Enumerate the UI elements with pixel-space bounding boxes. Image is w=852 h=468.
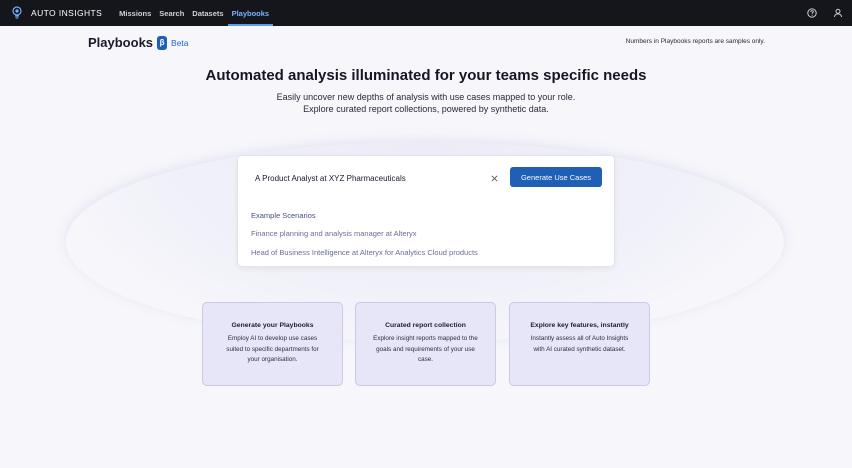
nav-right bbox=[806, 7, 844, 19]
nav-item-playbooks[interactable]: Playbooks bbox=[227, 0, 274, 26]
clear-icon[interactable] bbox=[488, 172, 500, 184]
nav-item-missions[interactable]: Missions bbox=[115, 0, 155, 26]
feature-card-curated: Curated report collection Explore insigh… bbox=[355, 302, 496, 386]
hero-title: Automated analysis illuminated for your … bbox=[205, 67, 647, 84]
feature-description: Explore insight reports mapped to the go… bbox=[373, 335, 478, 363]
lightbulb-icon bbox=[10, 5, 24, 21]
feature-title: Generate your Playbooks bbox=[231, 322, 314, 329]
feature-card-generate: Generate your Playbooks Employ AI to dev… bbox=[202, 302, 343, 386]
help-icon[interactable] bbox=[806, 7, 818, 19]
search-card: Generate Use Cases Example Scenarios Fin… bbox=[237, 155, 615, 267]
hero-subtitle-line-1: Easily uncover new depths of analysis wi… bbox=[276, 92, 576, 102]
hero-subtitle-line-2: Explore curated report collections, powe… bbox=[303, 103, 549, 114]
brand-name: AUTO INSIGHTS bbox=[31, 8, 103, 18]
feature-title: Explore key features, instantly bbox=[530, 322, 629, 329]
example-scenarios-heading: Example Scenarios bbox=[251, 211, 316, 220]
top-nav: AUTO INSIGHTS Missions Search Datasets P… bbox=[0, 0, 852, 26]
brand[interactable]: AUTO INSIGHTS bbox=[10, 5, 102, 21]
samples-note: Numbers in Playbooks reports are samples… bbox=[625, 38, 765, 45]
feature-description: Instantly assess all of Auto Insights wi… bbox=[530, 335, 629, 353]
nav-item-datasets[interactable]: Datasets bbox=[188, 0, 227, 26]
beta-label: Beta bbox=[171, 37, 189, 48]
nav-items: Missions Search Datasets Playbooks bbox=[115, 0, 273, 26]
page-title: Playbooks β Beta bbox=[88, 35, 189, 50]
generate-use-cases-button[interactable]: Generate Use Cases bbox=[510, 167, 602, 187]
page-title-text: Playbooks bbox=[88, 35, 154, 50]
beta-badge: β bbox=[157, 35, 168, 50]
nav-item-search[interactable]: Search bbox=[155, 0, 188, 26]
role-input[interactable] bbox=[255, 171, 485, 185]
hero-subtitle: Easily uncover new depths of analysis wi… bbox=[0, 92, 852, 115]
feature-card-explore: Explore key features, instantly Instantl… bbox=[509, 302, 650, 386]
example-scenario-item[interactable]: Finance planning and analysis manager at… bbox=[251, 229, 417, 238]
feature-title: Curated report collection bbox=[385, 322, 466, 329]
feature-description: Employ AI to develop use cases suited to… bbox=[226, 335, 319, 363]
user-icon[interactable] bbox=[832, 7, 844, 19]
example-scenario-item[interactable]: Head of Business Intelligence at Alteryx… bbox=[251, 248, 478, 257]
